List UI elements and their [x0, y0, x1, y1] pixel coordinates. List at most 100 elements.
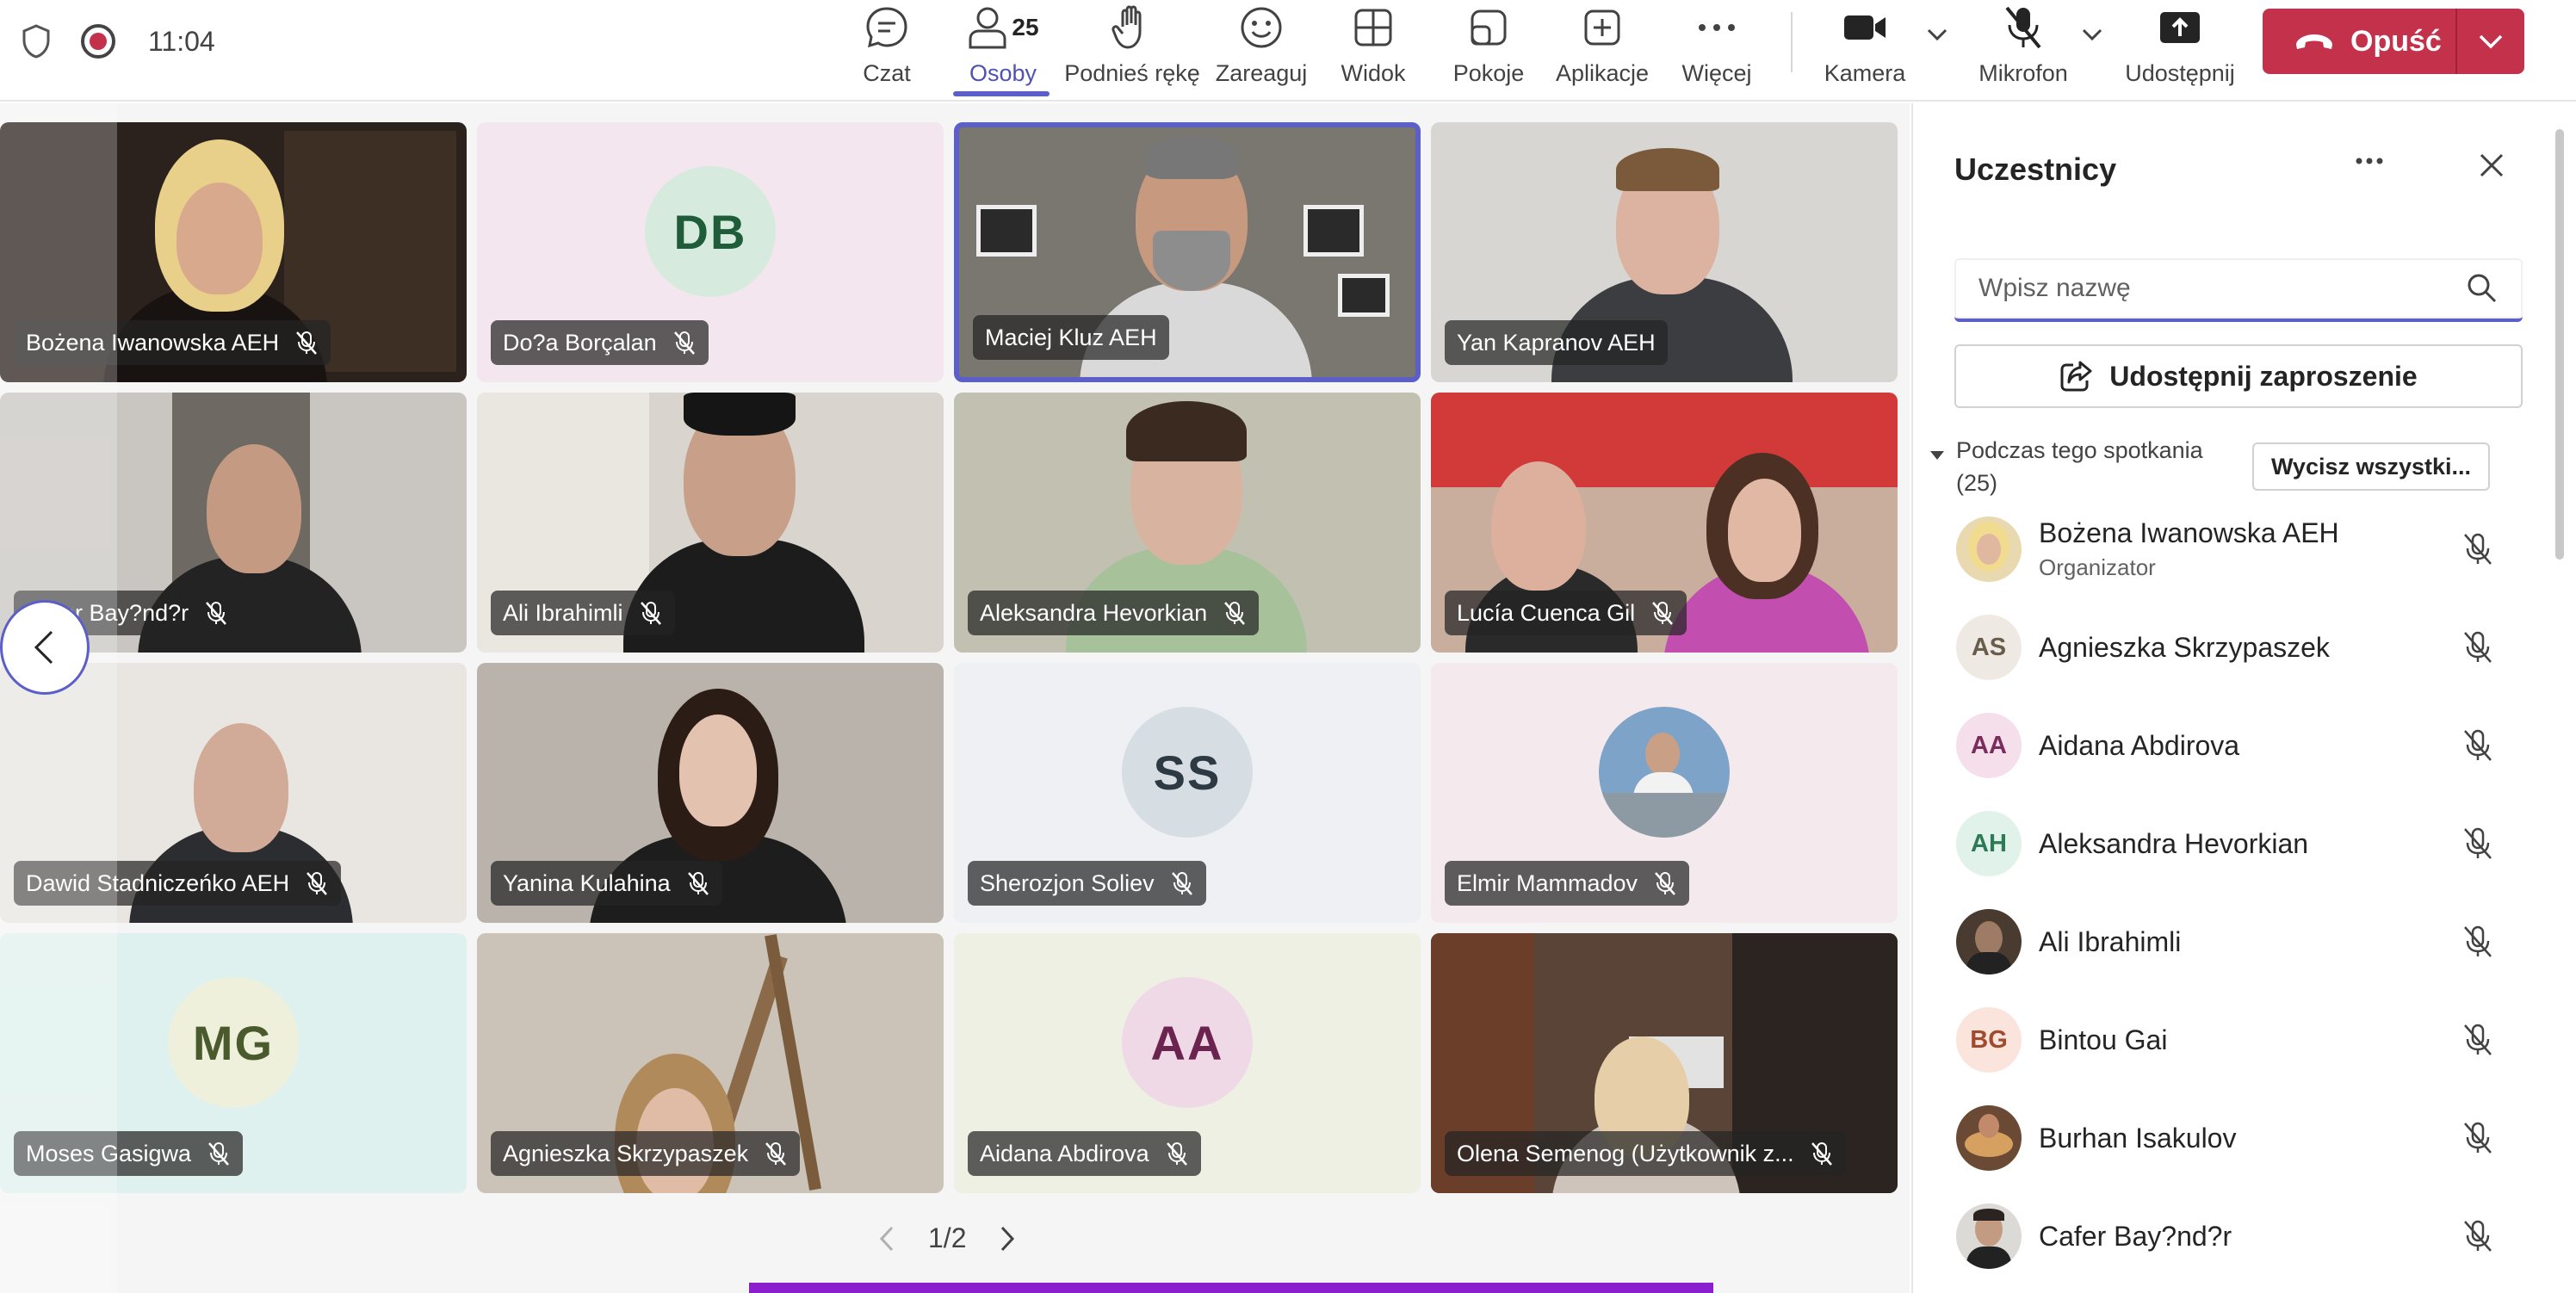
people-button[interactable]: 25 Osoby: [956, 0, 1050, 102]
leave-label: Opuść: [2350, 24, 2442, 58]
more-icon: [1695, 2, 1738, 53]
participant-name: Lucía Cuenca Gil: [1445, 591, 1687, 635]
apps-button[interactable]: Aplikacje: [1555, 0, 1650, 102]
section-header[interactable]: Podczas tego spotkania (25): [1929, 434, 2203, 499]
video-tile[interactable]: SS Sherozjon Soliev: [954, 663, 1421, 923]
participant-row[interactable]: AH Aleksandra Hevorkian: [1956, 809, 2499, 878]
mic-off-icon: [2457, 924, 2499, 960]
video-tile[interactable]: Elmir Mammadov: [1431, 663, 1898, 923]
video-stage: Bożena Iwanowska AEH DB Do?a Borçalan Ma…: [0, 103, 1910, 1293]
raise-hand-label: Podnieś rękę: [1064, 60, 1200, 86]
mic-off-icon: [1224, 602, 1246, 625]
react-label: Zareaguj: [1215, 60, 1308, 86]
video-tile[interactable]: Yan Kapranov AEH: [1431, 122, 1898, 382]
participant-row[interactable]: AS Agnieszka Skrzypaszek: [1956, 613, 2499, 682]
pager-next-icon[interactable]: [997, 1224, 1018, 1253]
mic-button[interactable]: Mikrofon: [1972, 0, 2075, 102]
search-box[interactable]: [1954, 258, 2523, 322]
mic-off-icon: [1811, 1142, 1832, 1166]
leave-button[interactable]: Opuść: [2263, 9, 2524, 74]
participants-panel: Uczestnicy Udostępnij zaproszenie Podcza…: [1911, 103, 2559, 1293]
video-tile[interactable]: Yanina Kulahina: [477, 663, 944, 923]
status-area: 11:04: [17, 19, 215, 64]
share-invite-label: Udostępnij zaproszenie: [2109, 360, 2418, 392]
mic-off-icon: [2457, 1218, 2499, 1254]
camera-label: Kamera: [1824, 60, 1906, 86]
video-tile[interactable]: DB Do?a Borçalan: [477, 122, 944, 382]
more-button[interactable]: Więcej: [1679, 0, 1755, 102]
video-tile-active-speaker[interactable]: Maciej Kluz AEH: [954, 122, 1421, 382]
video-tile[interactable]: Olena Semenog (Użytkownik z...: [1431, 933, 1898, 1193]
participant-row[interactable]: Ali Ibrahimli: [1956, 907, 2499, 976]
search-icon[interactable]: [2466, 272, 2499, 305]
leave-main[interactable]: Opuść: [2263, 9, 2457, 74]
participant-name: Sherozjon Soliev: [968, 861, 1206, 906]
hand-icon: [1111, 2, 1154, 53]
camera-options-chevron-icon[interactable]: [1925, 26, 1949, 47]
view-label: Widok: [1341, 60, 1406, 86]
view-button[interactable]: Widok: [1334, 0, 1412, 102]
rooms-button[interactable]: Pokoje: [1452, 0, 1526, 102]
left-edge-shade: [0, 103, 117, 1293]
avatar: [1956, 517, 2022, 582]
mic-off-icon: [1652, 602, 1674, 625]
participant-name: Ali Ibrahimli: [491, 591, 675, 635]
previous-page-button[interactable]: [0, 600, 90, 695]
camera-button[interactable]: Kamera: [1824, 0, 1906, 102]
mic-off-icon: [765, 1142, 787, 1166]
collapse-triangle-icon[interactable]: [1929, 449, 1946, 461]
avatar: [1956, 1203, 2022, 1269]
video-tile[interactable]: Lucía Cuenca Gil: [1431, 393, 1898, 653]
leave-options-chevron-icon[interactable]: [2457, 33, 2524, 50]
video-tile[interactable]: Ali Ibrahimli: [477, 393, 944, 653]
mic-off-icon: [1171, 872, 1192, 895]
mute-all-button[interactable]: Wycisz wszystki...: [2252, 442, 2490, 491]
mic-off-icon: [2457, 727, 2499, 764]
people-count: 25: [1012, 14, 1039, 40]
participant-role: Organizator: [2039, 554, 2156, 580]
video-tile[interactable]: AA Aidana Abdirova: [954, 933, 1421, 1193]
scrollbar[interactable]: [2555, 129, 2564, 560]
share-invite-button[interactable]: Udostępnij zaproszenie: [1954, 344, 2523, 408]
chevron-left-icon: [34, 630, 53, 665]
participant-row[interactable]: BG Bintou Gai: [1956, 1005, 2499, 1074]
participant-name: Aidana Abdirova: [2039, 729, 2240, 761]
panel-more-icon[interactable]: [2354, 155, 2385, 170]
mic-off-icon: [208, 1142, 230, 1166]
grid-icon: [1352, 2, 1395, 53]
participant-row[interactable]: AA Aidana Abdirova: [1956, 711, 2499, 780]
share-button[interactable]: Udostępnij: [2123, 0, 2237, 102]
toolbar-divider: [1791, 12, 1793, 72]
shield-icon[interactable]: [17, 19, 55, 64]
meeting-clock: 11:04: [148, 25, 215, 57]
avatar: SS: [1122, 707, 1253, 838]
page-indicator: 1/2: [928, 1222, 967, 1253]
mic-off-icon: [307, 872, 328, 895]
participant-name: Bożena Iwanowska AEH: [2039, 517, 2339, 548]
video-tile[interactable]: Aleksandra Hevorkian: [954, 393, 1421, 653]
mic-off-icon: [2457, 1022, 2499, 1058]
share-icon: [2060, 361, 2092, 392]
participant-name: Maciej Kluz AEH: [973, 315, 1169, 360]
avatar: MG: [168, 977, 299, 1108]
close-icon[interactable]: [2476, 150, 2507, 185]
mic-off-icon: [1655, 872, 1675, 895]
section-title: Podczas tego spotkania: [1956, 437, 2203, 463]
participant-row[interactable]: Cafer Bay?nd?r: [1956, 1202, 2499, 1271]
camera-icon: [1842, 2, 1887, 53]
mic-off-icon: [1166, 1142, 1187, 1166]
participant-name: Aleksandra Hevorkian: [968, 591, 1260, 635]
pager-prev-icon[interactable]: [876, 1224, 897, 1253]
search-input[interactable]: [1978, 274, 2466, 303]
participant-row[interactable]: Bożena Iwanowska AEH Organizator: [1956, 515, 2499, 584]
mic-options-chevron-icon[interactable]: [2080, 26, 2104, 47]
video-tile[interactable]: Agnieszka Skrzypaszek: [477, 933, 944, 1193]
react-button[interactable]: Zareaguj: [1214, 0, 1309, 102]
apps-label: Aplikacje: [1555, 60, 1650, 86]
smiley-icon: [1239, 2, 1284, 53]
chat-button[interactable]: Czat: [852, 0, 921, 102]
mic-off-icon: [2457, 629, 2499, 665]
raise-hand-button[interactable]: Podnieś rękę: [1064, 0, 1200, 102]
panel-title: Uczestnicy: [1954, 152, 2117, 187]
participant-row[interactable]: Burhan Isakulov: [1956, 1104, 2499, 1172]
